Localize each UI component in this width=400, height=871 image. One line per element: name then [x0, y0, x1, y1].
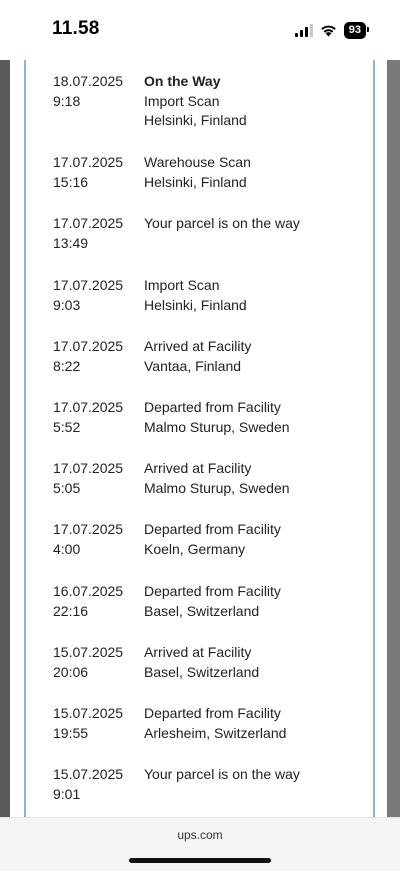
- event-description: Departed from Facility Malmo Sturup, Swe…: [144, 399, 290, 435]
- event-description: Departed from Facility Koeln, Germany: [144, 521, 281, 557]
- status-time: 11.58: [52, 18, 100, 39]
- card-border-left: [24, 60, 26, 817]
- event-datetime: 16.07.2025 22:16: [53, 583, 124, 619]
- event-description: Departed from Facility Arlesheim, Switze…: [144, 705, 287, 741]
- event-datetime: 18.07.2025 9:18: [53, 73, 124, 109]
- event-datetime: 15.07.2025 19:55: [53, 705, 124, 741]
- event-datetime: 15.07.2025 20:06: [53, 644, 124, 680]
- event-datetime: 15.07.2025 9:01: [53, 766, 124, 802]
- event-description: On the Way Import Scan Helsinki, Finland: [144, 73, 247, 128]
- event-description: Arrived at Facility Malmo Sturup, Sweden: [144, 460, 290, 496]
- event-description: Departed from Facility Basel, Switzerlan…: [144, 583, 281, 619]
- battery-icon: 93: [343, 21, 370, 39]
- home-indicator[interactable]: [129, 858, 271, 863]
- wifi-icon: [320, 25, 336, 36]
- tracking-history-panel[interactable]: 18.07.2025 9:18 On the Way Import Scan H…: [0, 60, 400, 817]
- right-overlay-edge: [387, 60, 400, 817]
- event-datetime: 17.07.2025 5:05: [53, 460, 124, 496]
- left-overlay-edge: [0, 60, 10, 817]
- event-datetime: 17.07.2025 9:03: [53, 277, 124, 313]
- card-border-right: [373, 60, 375, 817]
- event-datetime: 17.07.2025 4:00: [53, 521, 124, 557]
- browser-address-bar[interactable]: ups.com: [0, 817, 400, 871]
- event-description: Import Scan Helsinki, Finland: [144, 277, 247, 313]
- event-datetime: 17.07.2025 15:16: [53, 154, 124, 190]
- event-description: Your parcel is on the way: [144, 766, 300, 782]
- event-description: Your parcel is on the way: [144, 215, 300, 231]
- url-text[interactable]: ups.com: [0, 828, 400, 842]
- event-description: Warehouse Scan Helsinki, Finland: [144, 154, 251, 190]
- cellular-signal-icon: [294, 23, 313, 37]
- event-datetime: 17.07.2025 8:22: [53, 338, 124, 374]
- event-datetime: 17.07.2025 13:49: [53, 215, 124, 251]
- event-description: Arrived at Facility Vantaa, Finland: [144, 338, 252, 374]
- status-bar: 11.58 93: [0, 0, 400, 60]
- event-description: Arrived at Facility Basel, Switzerland: [144, 644, 260, 680]
- event-datetime: 17.07.2025 5:52: [53, 399, 124, 435]
- status-icons: 93: [294, 20, 370, 40]
